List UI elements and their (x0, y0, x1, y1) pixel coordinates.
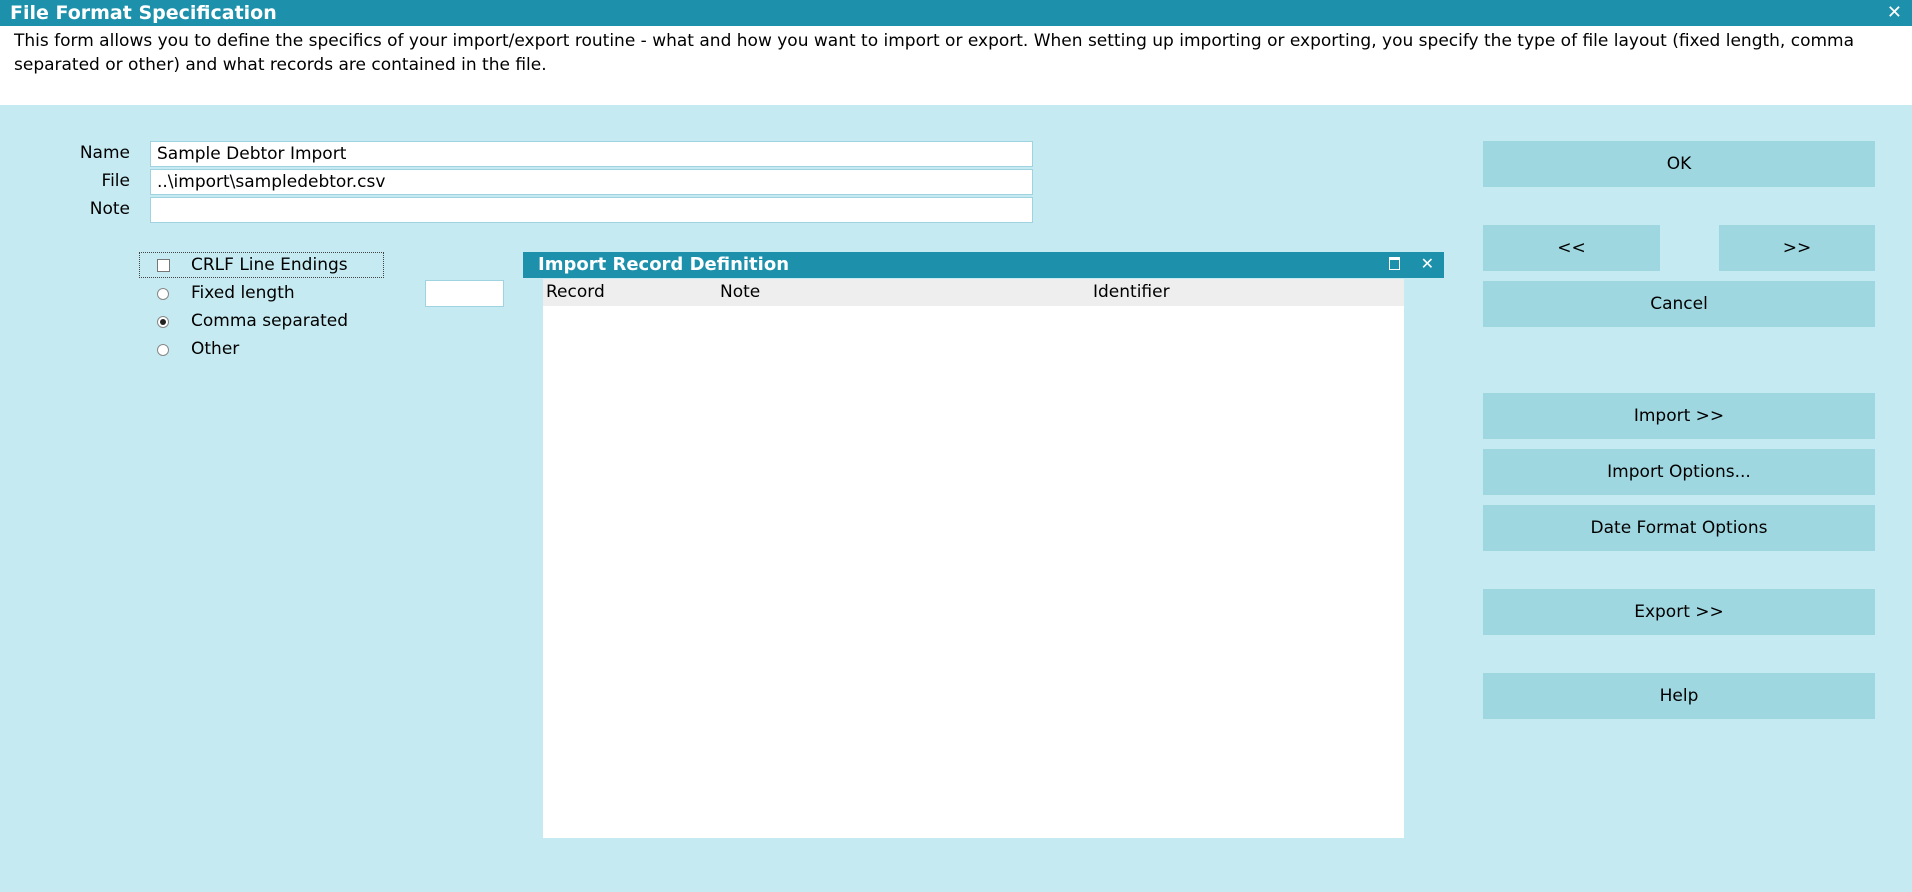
crlf-label: CRLF Line Endings (191, 255, 348, 275)
other-radio[interactable] (157, 344, 169, 356)
record-grid[interactable] (543, 306, 1404, 838)
window-title: File Format Specification (10, 2, 277, 24)
grid-header: Record Note Identifier (543, 279, 1404, 306)
close-icon[interactable]: ✕ (1887, 2, 1902, 23)
description-text: This form allows you to define the speci… (0, 26, 1912, 105)
ok-button[interactable]: OK (1483, 141, 1875, 187)
export-button[interactable]: Export >> (1483, 589, 1875, 635)
note-field[interactable] (150, 197, 1033, 223)
file-field[interactable]: ..\import\sampledebtor.csv (150, 169, 1033, 195)
window-titlebar: File Format Specification ✕ (0, 0, 1912, 26)
comma-separated-label: Comma separated (191, 311, 349, 331)
maximize-icon[interactable] (1389, 257, 1400, 270)
column-header-note[interactable]: Note (720, 282, 760, 302)
fixed-length-label: Fixed length (191, 283, 295, 303)
import-options-button[interactable]: Import Options... (1483, 449, 1875, 495)
cancel-button[interactable]: Cancel (1483, 281, 1875, 327)
column-header-identifier[interactable]: Identifier (1093, 282, 1170, 302)
column-header-record[interactable]: Record (546, 282, 605, 302)
fixed-length-radio[interactable] (157, 288, 169, 300)
note-label: Note (89, 199, 130, 219)
name-label: Name (79, 143, 130, 163)
prev-button[interactable]: << (1483, 225, 1660, 271)
crlf-checkbox[interactable] (157, 259, 170, 272)
import-button[interactable]: Import >> (1483, 393, 1875, 439)
next-button[interactable]: >> (1719, 225, 1875, 271)
import-record-panel-titlebar: Import Record Definition ✕ (523, 252, 1444, 278)
fixed-length-input[interactable] (425, 280, 504, 307)
help-button[interactable]: Help (1483, 673, 1875, 719)
date-format-options-button[interactable]: Date Format Options (1483, 505, 1875, 551)
file-label: File (101, 171, 130, 191)
panel-title: Import Record Definition (538, 254, 790, 275)
close-icon[interactable]: ✕ (1421, 254, 1434, 273)
name-field[interactable]: Sample Debtor Import (150, 141, 1033, 167)
comma-separated-radio[interactable] (157, 316, 169, 328)
other-label: Other (191, 339, 240, 359)
